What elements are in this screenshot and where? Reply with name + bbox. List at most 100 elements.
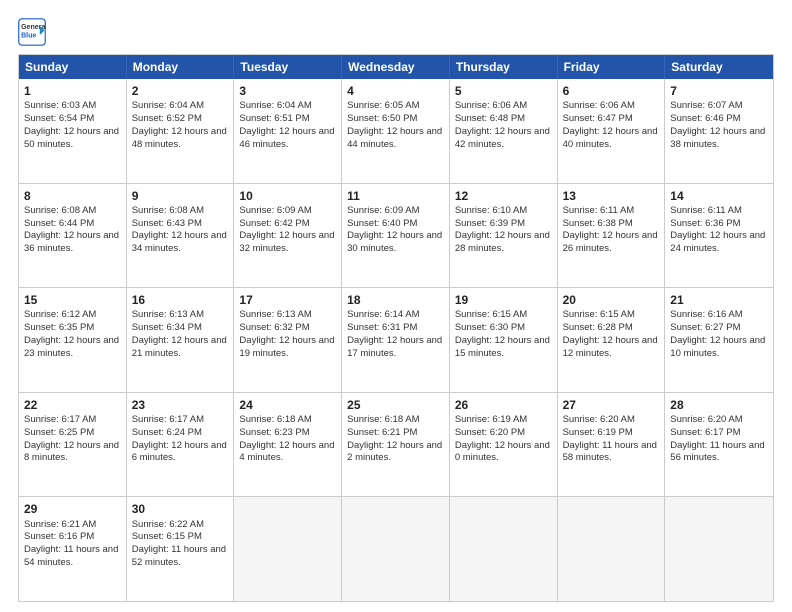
day-number: 25 (347, 397, 444, 413)
logo: General Blue (18, 18, 46, 46)
day-number: 10 (239, 188, 336, 204)
sunrise-text: Sunrise: 6:12 AM (24, 309, 96, 320)
sunrise-text: Sunrise: 6:15 AM (455, 309, 527, 320)
table-row: 27Sunrise: 6:20 AMSunset: 6:19 PMDayligh… (558, 393, 666, 497)
header-friday: Friday (558, 55, 666, 79)
day-number: 8 (24, 188, 121, 204)
sunset-text: Sunset: 6:16 PM (24, 531, 94, 542)
table-row: 2Sunrise: 6:04 AMSunset: 6:52 PMDaylight… (127, 79, 235, 183)
daylight-text: Daylight: 12 hours and 8 minutes. (24, 440, 119, 464)
sunrise-text: Sunrise: 6:21 AM (24, 519, 96, 530)
sunrise-text: Sunrise: 6:20 AM (670, 414, 742, 425)
sunset-text: Sunset: 6:28 PM (563, 322, 633, 333)
sunset-text: Sunset: 6:17 PM (670, 427, 740, 438)
header-monday: Monday (127, 55, 235, 79)
calendar-header: Sunday Monday Tuesday Wednesday Thursday… (19, 55, 773, 79)
day-number: 7 (670, 83, 768, 99)
daylight-text: Daylight: 12 hours and 4 minutes. (239, 440, 334, 464)
sunset-text: Sunset: 6:27 PM (670, 322, 740, 333)
table-row (234, 497, 342, 601)
sunset-text: Sunset: 6:24 PM (132, 427, 202, 438)
table-row (665, 497, 773, 601)
calendar-page: General Blue Sunday Monday Tuesday Wedne… (0, 0, 792, 612)
table-row: 13Sunrise: 6:11 AMSunset: 6:38 PMDayligh… (558, 184, 666, 288)
table-row: 23Sunrise: 6:17 AMSunset: 6:24 PMDayligh… (127, 393, 235, 497)
daylight-text: Daylight: 12 hours and 30 minutes. (347, 230, 442, 254)
sunrise-text: Sunrise: 6:04 AM (239, 100, 311, 111)
table-row: 24Sunrise: 6:18 AMSunset: 6:23 PMDayligh… (234, 393, 342, 497)
sunrise-text: Sunrise: 6:05 AM (347, 100, 419, 111)
sunrise-text: Sunrise: 6:10 AM (455, 205, 527, 216)
sunrise-text: Sunrise: 6:13 AM (239, 309, 311, 320)
sunrise-text: Sunrise: 6:09 AM (347, 205, 419, 216)
daylight-text: Daylight: 12 hours and 2 minutes. (347, 440, 442, 464)
sunrise-text: Sunrise: 6:11 AM (563, 205, 635, 216)
table-row (558, 497, 666, 601)
sunset-text: Sunset: 6:20 PM (455, 427, 525, 438)
table-row: 20Sunrise: 6:15 AMSunset: 6:28 PMDayligh… (558, 288, 666, 392)
header-tuesday: Tuesday (234, 55, 342, 79)
table-row: 21Sunrise: 6:16 AMSunset: 6:27 PMDayligh… (665, 288, 773, 392)
table-row: 7Sunrise: 6:07 AMSunset: 6:46 PMDaylight… (665, 79, 773, 183)
sunset-text: Sunset: 6:48 PM (455, 113, 525, 124)
day-number: 21 (670, 292, 768, 308)
day-number: 28 (670, 397, 768, 413)
day-number: 4 (347, 83, 444, 99)
table-row: 17Sunrise: 6:13 AMSunset: 6:32 PMDayligh… (234, 288, 342, 392)
daylight-text: Daylight: 12 hours and 19 minutes. (239, 335, 334, 359)
sunrise-text: Sunrise: 6:20 AM (563, 414, 635, 425)
daylight-text: Daylight: 12 hours and 26 minutes. (563, 230, 658, 254)
daylight-text: Daylight: 12 hours and 42 minutes. (455, 126, 550, 150)
calendar: Sunday Monday Tuesday Wednesday Thursday… (18, 54, 774, 602)
table-row: 9Sunrise: 6:08 AMSunset: 6:43 PMDaylight… (127, 184, 235, 288)
sunrise-text: Sunrise: 6:07 AM (670, 100, 742, 111)
day-number: 11 (347, 188, 444, 204)
sunset-text: Sunset: 6:36 PM (670, 218, 740, 229)
table-row: 10Sunrise: 6:09 AMSunset: 6:42 PMDayligh… (234, 184, 342, 288)
sunrise-text: Sunrise: 6:19 AM (455, 414, 527, 425)
sunset-text: Sunset: 6:32 PM (239, 322, 309, 333)
sunrise-text: Sunrise: 6:18 AM (239, 414, 311, 425)
day-number: 19 (455, 292, 552, 308)
calendar-row-3: 22Sunrise: 6:17 AMSunset: 6:25 PMDayligh… (19, 392, 773, 497)
calendar-body: 1Sunrise: 6:03 AMSunset: 6:54 PMDaylight… (19, 79, 773, 601)
daylight-text: Daylight: 11 hours and 58 minutes. (563, 440, 657, 464)
day-number: 5 (455, 83, 552, 99)
sunset-text: Sunset: 6:25 PM (24, 427, 94, 438)
day-number: 23 (132, 397, 229, 413)
daylight-text: Daylight: 12 hours and 40 minutes. (563, 126, 658, 150)
day-number: 29 (24, 501, 121, 517)
daylight-text: Daylight: 12 hours and 48 minutes. (132, 126, 227, 150)
calendar-row-0: 1Sunrise: 6:03 AMSunset: 6:54 PMDaylight… (19, 79, 773, 183)
sunrise-text: Sunrise: 6:17 AM (132, 414, 204, 425)
sunrise-text: Sunrise: 6:11 AM (670, 205, 742, 216)
table-row: 14Sunrise: 6:11 AMSunset: 6:36 PMDayligh… (665, 184, 773, 288)
header: General Blue (18, 18, 774, 46)
daylight-text: Daylight: 12 hours and 10 minutes. (670, 335, 765, 359)
daylight-text: Daylight: 12 hours and 46 minutes. (239, 126, 334, 150)
calendar-row-1: 8Sunrise: 6:08 AMSunset: 6:44 PMDaylight… (19, 183, 773, 288)
table-row: 26Sunrise: 6:19 AMSunset: 6:20 PMDayligh… (450, 393, 558, 497)
daylight-text: Daylight: 12 hours and 44 minutes. (347, 126, 442, 150)
day-number: 27 (563, 397, 660, 413)
table-row: 11Sunrise: 6:09 AMSunset: 6:40 PMDayligh… (342, 184, 450, 288)
daylight-text: Daylight: 12 hours and 32 minutes. (239, 230, 334, 254)
sunrise-text: Sunrise: 6:09 AM (239, 205, 311, 216)
daylight-text: Daylight: 11 hours and 56 minutes. (670, 440, 764, 464)
header-thursday: Thursday (450, 55, 558, 79)
sunrise-text: Sunrise: 6:03 AM (24, 100, 96, 111)
day-number: 18 (347, 292, 444, 308)
sunset-text: Sunset: 6:44 PM (24, 218, 94, 229)
daylight-text: Daylight: 12 hours and 0 minutes. (455, 440, 550, 464)
table-row: 30Sunrise: 6:22 AMSunset: 6:15 PMDayligh… (127, 497, 235, 601)
sunset-text: Sunset: 6:50 PM (347, 113, 417, 124)
daylight-text: Daylight: 11 hours and 54 minutes. (24, 544, 118, 568)
table-row (450, 497, 558, 601)
table-row: 28Sunrise: 6:20 AM Sunset: 6:17 PM Dayligh… (665, 393, 773, 497)
sunset-text: Sunset: 6:39 PM (455, 218, 525, 229)
daylight-text: Daylight: 12 hours and 23 minutes. (24, 335, 119, 359)
daylight-text: Daylight: 12 hours and 21 minutes. (132, 335, 227, 359)
sunset-text: Sunset: 6:46 PM (670, 113, 740, 124)
table-row: 5Sunrise: 6:06 AMSunset: 6:48 PMDaylight… (450, 79, 558, 183)
table-row: 3Sunrise: 6:04 AMSunset: 6:51 PMDaylight… (234, 79, 342, 183)
